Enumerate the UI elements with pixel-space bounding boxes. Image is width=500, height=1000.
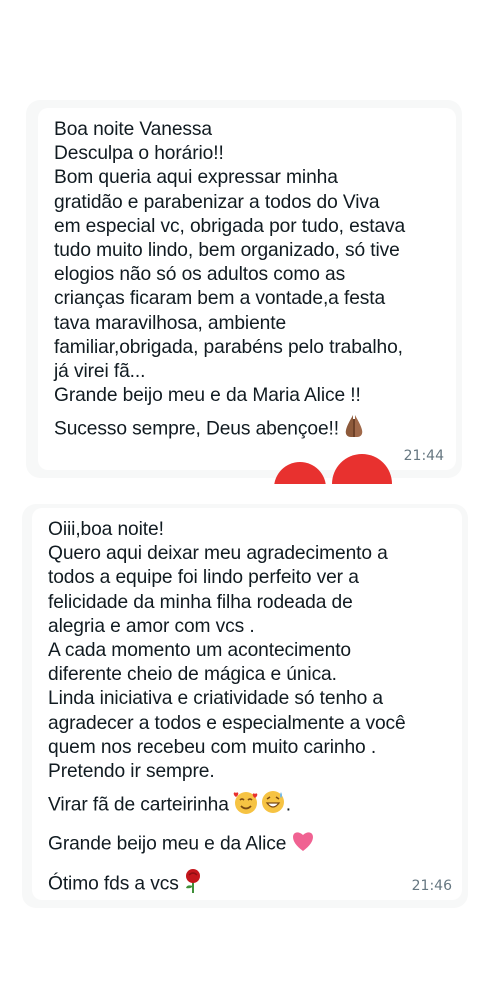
message-2-line-9: agradecer a todos e especialmente a você [48, 712, 406, 734]
message-2-line-3: todos a equipe foi lindo perfeito ver a [48, 567, 359, 589]
message-card-1: Boa noite Vanessa Desculpa o horário!! B… [26, 100, 462, 478]
message-1-line-12: Grande beijo meu e da Maria Alice !! [54, 385, 361, 407]
message-2-line-2: Quero aqui deixar meu agradecimento a [48, 543, 388, 565]
message-2-line-10: quem nos recebeu com muito carinho . [48, 736, 377, 758]
folded-hands-icon [343, 413, 365, 446]
grinning-sweat-icon [260, 789, 286, 822]
pink-heart-icon [290, 829, 316, 860]
message-1-line-11: já virei fã... [54, 361, 146, 383]
message-2-line-11: Pretendo ir sempre. [48, 761, 215, 783]
message-2-line-12-text: Virar fã de carteirinha [48, 794, 229, 816]
message-bubble-1[interactable]: Boa noite Vanessa Desculpa o horário!! B… [38, 108, 456, 470]
message-2-line-6: A cada momento um acontecimento [48, 640, 352, 662]
message-1-line-3: Bom queria aqui expressar minha [54, 167, 338, 189]
message-2-line-5: alegria e amor com vcs . [48, 615, 255, 637]
message-2-line-13: Grande beijo meu e da Alice [48, 829, 448, 860]
message-1-line-2: Desculpa o horário!! [54, 143, 224, 165]
message-card-2: Oiii,boa noite! Quero aqui deixar meu ag… [22, 504, 468, 908]
message-2-timestamp: 21:46 [411, 878, 452, 894]
message-2-line-7: diferente cheio de mágica e única. [48, 664, 337, 686]
message-1-line-1: Boa noite Vanessa [54, 119, 212, 140]
message-2-line-1: Oiii,boa noite! [48, 519, 164, 540]
message-1-line-9: tava maravilhosa, ambiente [54, 312, 287, 334]
message-bubble-2[interactable]: Oiii,boa noite! Quero aqui deixar meu ag… [32, 508, 462, 900]
message-2-line-13-text: Grande beijo meu e da Alice [48, 834, 287, 856]
message-1-line-13-text: Sucesso sempre, Deus abençoe!! [54, 419, 339, 441]
message-1-line-7: elogios não só os adultos como as [54, 264, 346, 286]
message-1-line-5: em especial vc, obrigada por tudo, estav… [54, 215, 406, 237]
message-2-line-14-text: Ótimo fds a vcs [48, 873, 179, 895]
message-1-line-10: familiar,obrigada, parabéns pelo trabalh… [54, 336, 403, 358]
message-2-line-12-suffix: . [285, 794, 292, 816]
rose-icon [183, 868, 203, 901]
message-1-line-8: crianças ficaram bem a vontade,a festa [54, 288, 386, 310]
message-1-line-6: tudo muito lindo, bem organizado, só tiv… [54, 240, 400, 262]
message-2-line-4: felicidade da minha filha rodeada de [48, 591, 353, 613]
message-1-timestamp: 21:44 [403, 448, 444, 464]
smiling-face-with-hearts-icon [233, 789, 259, 822]
message-1-line-4: gratidão e parabenizar a todos do Viva [54, 191, 380, 213]
message-2-line-8: Linda iniciativa e criatividade só tenho… [48, 688, 383, 710]
screenshot-canvas: Boa noite Vanessa Desculpa o horário!! B… [0, 0, 500, 1000]
heart-reaction-icon [268, 454, 408, 484]
message-1-line-13: Sucesso sempre, Deus abençoe!! [54, 413, 442, 446]
message-2-line-14: Ótimo fds a vcs [48, 868, 448, 901]
message-2-line-12: Virar fã de carteirinha. [48, 789, 448, 822]
